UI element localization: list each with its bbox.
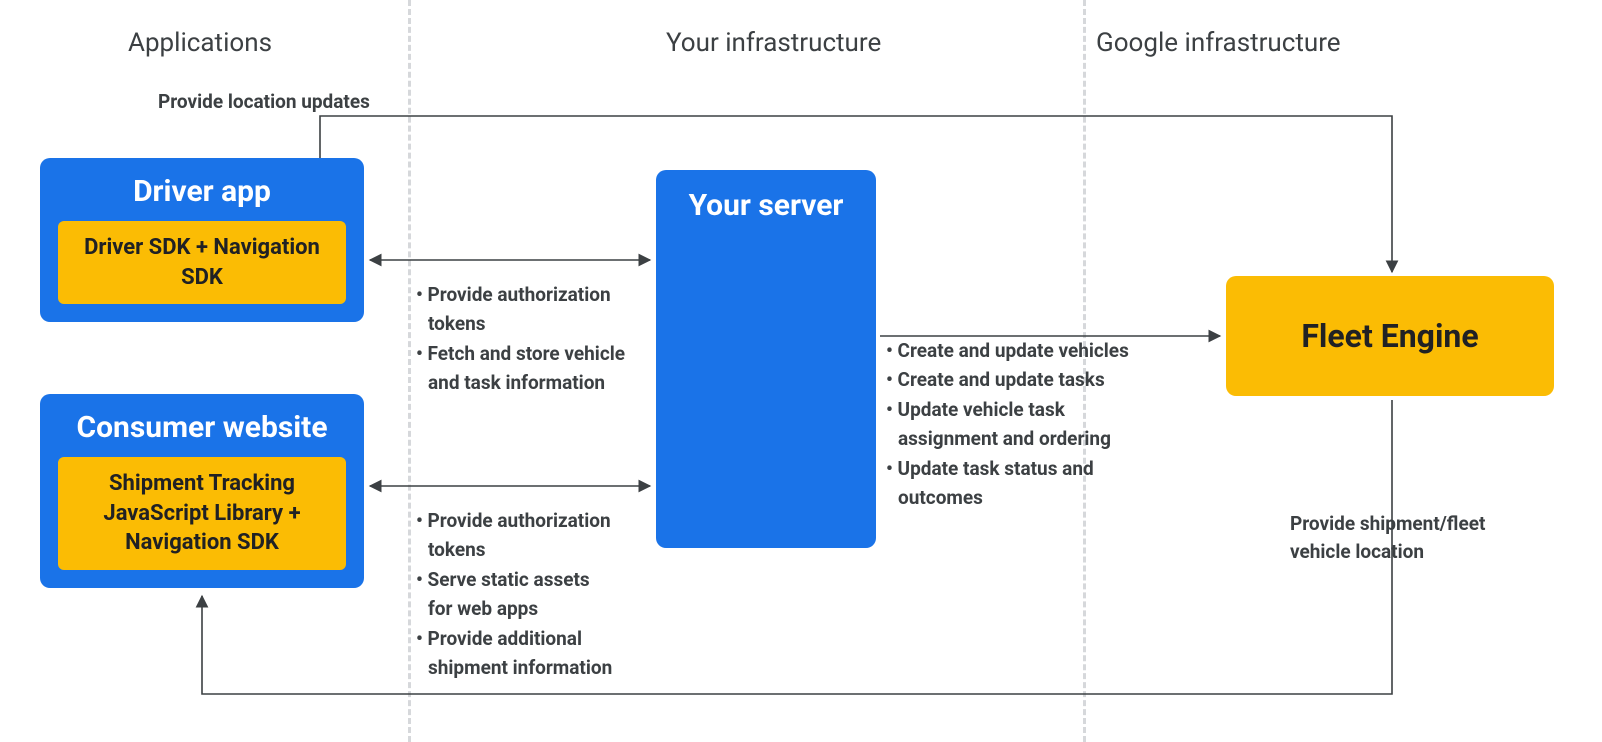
consumer-website-chip: Shipment Tracking JavaScript Library + N… <box>58 457 346 570</box>
fleet-engine-title: Fleet Engine <box>1301 317 1478 355</box>
section-header-your-infra: Your infrastructure <box>666 28 881 58</box>
notes-server-fleet: • Create and update vehicles • Create an… <box>886 336 1129 513</box>
section-divider-1 <box>408 0 411 742</box>
fleet-engine-box: Fleet Engine <box>1226 276 1554 396</box>
your-server-title: Your server <box>656 170 876 223</box>
notes-consumer-server: • Provide authorization tokens • Serve s… <box>416 506 612 683</box>
notes-driver-server: • Provide authorization tokens • Fetch a… <box>416 280 625 398</box>
section-header-google-infra: Google infrastructure <box>1096 28 1341 58</box>
driver-app-box: Driver app Driver SDK + Navigation SDK <box>40 158 364 322</box>
label-bottom-arrow: Provide shipment/fleet vehicle location <box>1290 510 1540 565</box>
label-top-arrow: Provide location updates <box>158 88 370 116</box>
driver-app-chip: Driver SDK + Navigation SDK <box>58 221 346 304</box>
consumer-website-title: Consumer website <box>58 410 346 445</box>
section-header-applications: Applications <box>128 28 272 58</box>
your-server-box: Your server <box>656 170 876 548</box>
driver-app-title: Driver app <box>58 174 346 209</box>
consumer-website-box: Consumer website Shipment Tracking JavaS… <box>40 394 364 588</box>
